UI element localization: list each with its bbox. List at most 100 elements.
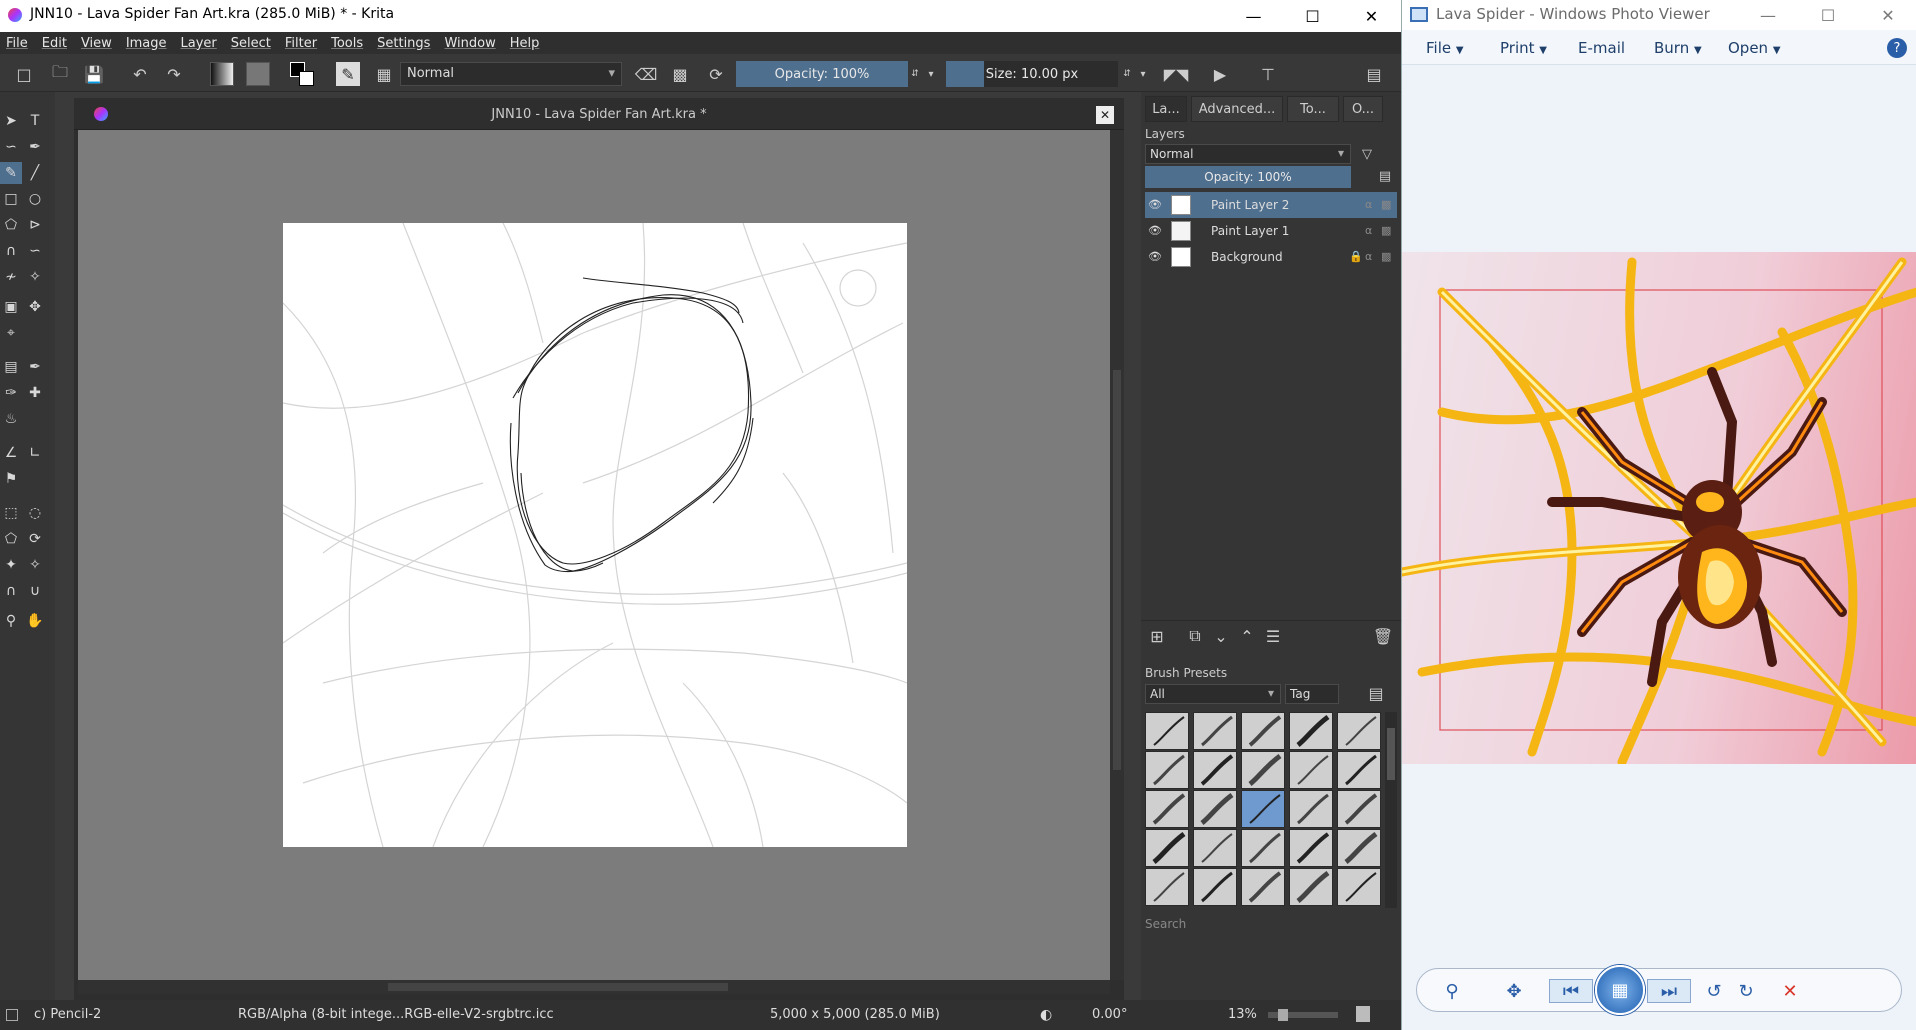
- slideshow-button[interactable]: ▦: [1595, 965, 1645, 1015]
- menu-file[interactable]: File: [6, 36, 28, 51]
- freehand-brush-icon[interactable]: ✎: [0, 162, 22, 184]
- bezier-select-icon[interactable]: ∩: [0, 580, 22, 602]
- brush-preset-item[interactable]: [1193, 790, 1237, 828]
- menu-select[interactable]: Select: [231, 36, 271, 51]
- preset-scroll-thumb[interactable]: [1387, 728, 1395, 780]
- rect-select-icon[interactable]: ⬚: [0, 502, 22, 524]
- brush-preset-item[interactable]: [1241, 868, 1285, 906]
- opacity-slider[interactable]: Opacity: 100%: [736, 61, 908, 87]
- brush-preset-item[interactable]: [1145, 868, 1189, 906]
- wrap-around-icon[interactable]: ⊤: [1256, 62, 1280, 86]
- polyline-tool-icon[interactable]: ⊳: [24, 214, 46, 236]
- tab-tool-options[interactable]: To...: [1287, 96, 1339, 122]
- move-down-icon[interactable]: ⌄: [1209, 624, 1233, 648]
- zoom-slider[interactable]: [1268, 1009, 1338, 1021]
- opacity-spin-icon[interactable]: ⇵: [908, 62, 922, 86]
- brush-preset-item[interactable]: [1241, 751, 1285, 789]
- multibrush-icon[interactable]: ✧: [24, 266, 46, 288]
- brush-preset-item[interactable]: [1337, 790, 1381, 828]
- alpha-lock-icon[interactable]: ▩: [668, 62, 692, 86]
- next-icon[interactable]: ⏭: [1647, 979, 1691, 1003]
- move-tool-icon[interactable]: ✥: [24, 296, 46, 318]
- layer-properties-icon[interactable]: ☰: [1261, 624, 1285, 648]
- blend-mode-select[interactable]: Normal ▾: [400, 62, 622, 86]
- color-picker-icon[interactable]: ✒: [24, 356, 46, 378]
- chevron-down-icon[interactable]: ▾: [1136, 62, 1150, 86]
- tab-layers[interactable]: La...: [1145, 96, 1187, 122]
- lock-icon[interactable]: 🔒: [1349, 250, 1363, 264]
- brush-preset-item[interactable]: [1241, 712, 1285, 750]
- measure-tool-icon[interactable]: ∠: [0, 442, 22, 464]
- brush-preset-item[interactable]: [1145, 790, 1189, 828]
- bezier-tool-icon[interactable]: ∩: [0, 240, 22, 262]
- zoom-slider-handle[interactable]: [1278, 1009, 1288, 1021]
- dynamic-brush-icon[interactable]: ≁: [0, 266, 22, 288]
- menu-view[interactable]: View: [81, 36, 112, 51]
- menu-help[interactable]: Help: [510, 36, 540, 51]
- delete-layer-icon[interactable]: 🗑: [1371, 624, 1395, 648]
- layer-row[interactable]: 👁 Background 🔒 α ▩: [1145, 244, 1397, 270]
- chevron-down-icon[interactable]: ▾: [924, 62, 938, 86]
- menu-image[interactable]: Image: [126, 36, 167, 51]
- brush-preset-item[interactable]: [1337, 868, 1381, 906]
- freehand-select-icon[interactable]: ⟳: [24, 528, 46, 550]
- brush-preset-item[interactable]: [1289, 712, 1333, 750]
- fit-page-icon[interactable]: [1356, 1006, 1370, 1022]
- zoom-tool-icon[interactable]: ⚲: [0, 610, 22, 632]
- menu-layer[interactable]: Layer: [181, 36, 217, 51]
- pv-menu-burn[interactable]: Burn ▼: [1654, 39, 1702, 57]
- similar-select-icon[interactable]: ✧: [24, 554, 46, 576]
- brush-preset-item[interactable]: [1289, 790, 1333, 828]
- close-button[interactable]: ✕: [1343, 0, 1400, 32]
- brush-preset-item[interactable]: [1193, 868, 1237, 906]
- brush-preset-item[interactable]: [1289, 829, 1333, 867]
- reference-tool-icon[interactable]: ⚑: [0, 468, 22, 490]
- brush-preset-icon[interactable]: ✎: [336, 62, 360, 86]
- reload-preset-icon[interactable]: ⟳: [704, 62, 728, 86]
- size-spin-icon[interactable]: ⇵: [1120, 62, 1134, 86]
- contiguous-select-icon[interactable]: ✦: [0, 554, 22, 576]
- gradient-tool-icon[interactable]: ▤: [0, 356, 22, 378]
- magnetic-select-icon[interactable]: ∪: [24, 580, 46, 602]
- minimize-button[interactable]: —: [1738, 0, 1798, 30]
- layer-menu-icon[interactable]: ▤: [1375, 165, 1395, 187]
- pv-menu-file[interactable]: File ▼: [1426, 39, 1464, 57]
- menu-tools[interactable]: Tools: [331, 36, 363, 51]
- move-up-icon[interactable]: ⌃: [1235, 624, 1259, 648]
- inherit-alpha-icon[interactable]: ▩: [1381, 250, 1395, 264]
- duplicate-layer-icon[interactable]: ⧉: [1183, 624, 1207, 648]
- brush-preset-item[interactable]: [1193, 751, 1237, 789]
- pan-tool-icon[interactable]: ✋: [24, 610, 46, 632]
- assistant-tool-icon[interactable]: ✚: [24, 382, 46, 404]
- gradient-icon[interactable]: [210, 62, 234, 86]
- brush-preset-item[interactable]: [1193, 712, 1237, 750]
- size-slider[interactable]: Size: 10.00 px: [946, 61, 1118, 87]
- menu-edit[interactable]: Edit: [42, 36, 67, 51]
- crop-tool-icon[interactable]: ⌖: [0, 322, 22, 344]
- pattern-icon[interactable]: [246, 62, 270, 86]
- brush-preset-item[interactable]: [1241, 829, 1285, 867]
- save-icon[interactable]: 💾: [82, 62, 106, 86]
- brush-preset-item[interactable]: [1289, 868, 1333, 906]
- layer-row[interactable]: 👁 Paint Layer 2 α ▩: [1145, 192, 1397, 218]
- delete-icon[interactable]: ✕: [1777, 979, 1803, 1003]
- horizontal-scrollbar[interactable]: [78, 980, 1110, 994]
- previous-icon[interactable]: ⏮: [1549, 979, 1593, 1003]
- new-document-icon[interactable]: □: [12, 62, 36, 86]
- menu-filter[interactable]: Filter: [285, 36, 317, 51]
- document-tab[interactable]: JNN10 - Lava Spider Fan Art.kra * ✕: [74, 98, 1124, 130]
- preset-menu-icon[interactable]: ▤: [1365, 682, 1387, 704]
- tab-advanced-color[interactable]: Advanced...: [1191, 96, 1283, 122]
- undo-icon[interactable]: ↶: [128, 62, 152, 86]
- brush-preset-item[interactable]: [1145, 712, 1189, 750]
- fill-tool-icon[interactable]: ♨: [0, 408, 22, 430]
- maximize-button[interactable]: ☐: [1284, 0, 1341, 32]
- polygon-tool-icon[interactable]: ⬠: [0, 214, 22, 236]
- edit-shape-icon[interactable]: ∽: [0, 136, 22, 158]
- vertical-scrollbar[interactable]: [1110, 130, 1124, 980]
- inherit-alpha-icon[interactable]: ▩: [1381, 224, 1395, 238]
- layer-blend-select[interactable]: Normal ▾: [1145, 144, 1351, 164]
- preset-filter-select[interactable]: All ▾: [1145, 684, 1281, 704]
- rotate-right-icon[interactable]: ↻: [1733, 979, 1759, 1003]
- pv-menu-email[interactable]: E-mail: [1578, 39, 1625, 57]
